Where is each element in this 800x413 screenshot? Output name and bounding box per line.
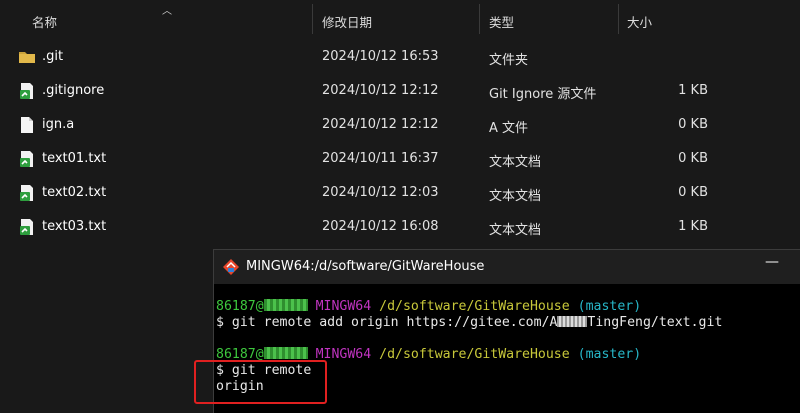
file-name: .git bbox=[42, 49, 64, 64]
git-file-icon bbox=[20, 83, 33, 99]
redacted-hostname bbox=[263, 347, 308, 359]
command-text: $ git remote add origin https://gitee.co… bbox=[216, 315, 558, 330]
command-text: TingFeng/text.git bbox=[587, 315, 723, 330]
sort-caret-icon[interactable]: ︿ bbox=[162, 2, 172, 17]
git-file-icon bbox=[20, 185, 33, 201]
prompt-branch: (master) bbox=[577, 299, 642, 314]
prompt-path: /d/software/GitWareHouse bbox=[379, 347, 570, 362]
redacted-username bbox=[557, 316, 588, 327]
terminal-titlebar[interactable]: MINGW64:/d/software/GitWareHouse — bbox=[214, 250, 800, 284]
column-header-type[interactable]: 类型 bbox=[489, 12, 514, 31]
command-line: $ git remote add origin https://gitee.co… bbox=[216, 315, 722, 331]
file-size: 0 KB bbox=[678, 151, 708, 166]
terminal-title: MINGW64:/d/software/GitWareHouse bbox=[246, 259, 485, 274]
file-name: text02.txt bbox=[42, 185, 107, 200]
prompt-branch: (master) bbox=[577, 347, 642, 362]
file-name: text03.txt bbox=[42, 219, 107, 234]
file-row[interactable]: .gitignore 2024/10/12 12:12 Git Ignore 源… bbox=[0, 74, 800, 108]
column-header-row: ︿ 名称 修改日期 类型 大小 bbox=[0, 0, 800, 38]
highlight-annotation-box bbox=[194, 360, 327, 404]
column-divider[interactable] bbox=[312, 4, 313, 34]
column-header-name[interactable]: 名称 bbox=[32, 12, 57, 31]
file-name: text01.txt bbox=[42, 151, 107, 166]
file-name: ign.a bbox=[42, 117, 75, 132]
file-date: 2024/10/12 16:53 bbox=[322, 49, 439, 64]
file-size: 1 KB bbox=[678, 83, 708, 98]
git-bash-icon bbox=[223, 259, 239, 275]
git-file-icon bbox=[20, 151, 33, 167]
folder-icon bbox=[19, 52, 35, 63]
prompt-line: 86187@ MINGW64 /d/software/GitWareHouse … bbox=[216, 299, 641, 315]
file-date: 2024/10/12 12:03 bbox=[322, 185, 439, 200]
redacted-hostname bbox=[263, 299, 308, 311]
file-row[interactable]: text02.txt 2024/10/12 12:03 文本文档 0 KB bbox=[0, 176, 800, 210]
file-size: 1 KB bbox=[678, 219, 708, 234]
column-header-size[interactable]: 大小 bbox=[627, 12, 652, 31]
blank-file-icon bbox=[21, 117, 33, 133]
column-header-modified[interactable]: 修改日期 bbox=[322, 12, 372, 31]
file-size: 0 KB bbox=[678, 185, 708, 200]
file-type: 文件夹 bbox=[489, 53, 529, 68]
git-file-icon bbox=[20, 219, 33, 235]
file-row[interactable]: ign.a 2024/10/12 12:12 A 文件 0 KB bbox=[0, 108, 800, 142]
file-type: 文本文档 bbox=[489, 155, 542, 170]
prompt-env: MINGW64 bbox=[315, 299, 372, 314]
file-type: Git Ignore 源文件 bbox=[489, 87, 597, 102]
file-type: 文本文档 bbox=[489, 189, 542, 204]
file-type: 文本文档 bbox=[489, 223, 542, 238]
file-row[interactable]: text01.txt 2024/10/11 16:37 文本文档 0 KB bbox=[0, 142, 800, 176]
file-date: 2024/10/12 16:08 bbox=[322, 219, 439, 234]
column-divider[interactable] bbox=[618, 4, 619, 34]
file-date: 2024/10/12 12:12 bbox=[322, 83, 439, 98]
prompt-path: /d/software/GitWareHouse bbox=[379, 299, 570, 314]
prompt-user: 86187@ bbox=[216, 299, 264, 314]
file-name: .gitignore bbox=[42, 83, 105, 98]
minimize-button[interactable]: — bbox=[765, 254, 779, 270]
file-size: 0 KB bbox=[678, 117, 708, 132]
column-divider[interactable] bbox=[479, 4, 480, 34]
file-date: 2024/10/12 12:12 bbox=[322, 117, 439, 132]
file-row[interactable]: text03.txt 2024/10/12 16:08 文本文档 1 KB bbox=[0, 210, 800, 244]
file-type: A 文件 bbox=[489, 121, 529, 136]
file-row[interactable]: .git 2024/10/12 16:53 文件夹 bbox=[0, 40, 800, 74]
file-date: 2024/10/11 16:37 bbox=[322, 151, 439, 166]
